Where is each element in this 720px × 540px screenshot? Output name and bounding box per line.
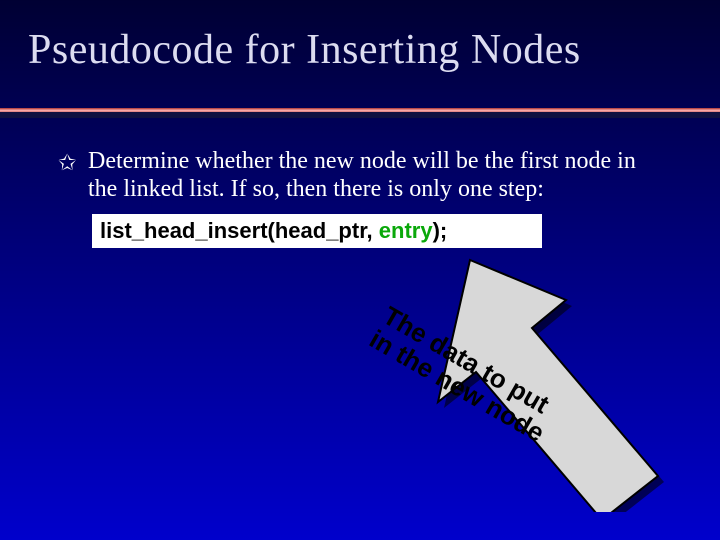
bullet-line-2: the linked list. If so, then there is on… (88, 176, 544, 202)
code-part-1: list_head_insert(head_ptr, (100, 218, 379, 243)
arrow-annotation: The data to put in the new node (365, 302, 617, 479)
slide-title: Pseudocode for Inserting Nodes (28, 26, 581, 74)
bullet-line-1: Determine whether the new node will be t… (88, 148, 636, 174)
code-entry: entry (379, 218, 433, 243)
slide: Pseudocode for Inserting Nodes ✩ Determi… (0, 0, 720, 540)
bullet-item: ✩ Determine whether the new node will be… (60, 148, 660, 203)
bullet-text: Determine whether the new node will be t… (88, 148, 660, 203)
divider-rule (0, 108, 720, 118)
divider-shadow (0, 112, 720, 118)
code-part-3: ); (433, 218, 448, 243)
code-box: list_head_insert(head_ptr, entry); (92, 214, 542, 248)
star-icon: ✩ (58, 150, 76, 175)
